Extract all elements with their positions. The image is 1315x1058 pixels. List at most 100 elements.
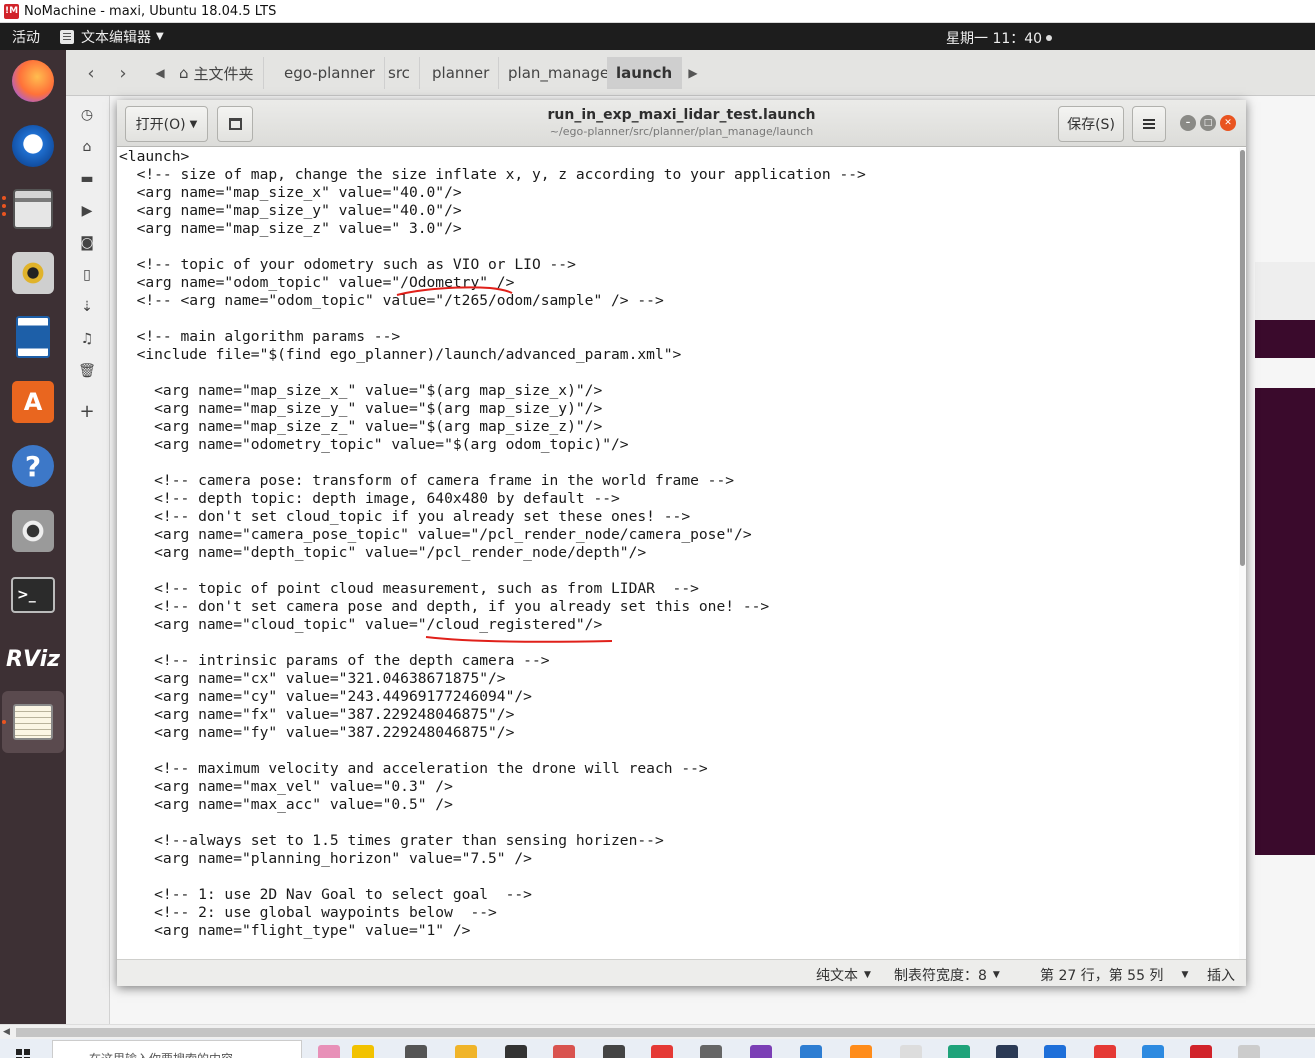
crumb-src[interactable]: src — [379, 57, 420, 89]
store-icon[interactable] — [505, 1045, 527, 1058]
dock-rviz[interactable]: RViz — [6, 636, 60, 682]
code-line[interactable]: <!-- intrinsic params of the depth camer… — [119, 652, 1239, 670]
code-line[interactable] — [119, 310, 1239, 328]
code-line[interactable]: <!-- topic of point cloud measurement, s… — [119, 580, 1239, 598]
video-icon[interactable]: ▶ — [78, 202, 96, 220]
code-line[interactable]: <arg name="flight_type" value="1" /> — [119, 922, 1239, 940]
dock-text-editor[interactable] — [10, 699, 56, 745]
code-line[interactable]: <arg name="map_size_z" value=" 3.0"/> — [119, 220, 1239, 238]
app-menu-button[interactable]: 文本编辑器 ▼ — [60, 27, 164, 47]
code-line[interactable]: <!-- depth topic: depth image, 640x480 b… — [119, 490, 1239, 508]
code-line[interactable]: <arg name="map_size_x" value="40.0"/> — [119, 184, 1239, 202]
photo-icon[interactable]: ◙ — [78, 234, 96, 252]
dock-rhythmbox[interactable] — [10, 250, 56, 296]
code-line[interactable] — [119, 742, 1239, 760]
code-line[interactable]: <!-- don't set cloud_topic if you alread… — [119, 508, 1239, 526]
code-line[interactable]: <arg name="fy" value="387.229248046875"/… — [119, 724, 1239, 742]
maximize-icon[interactable]: □ — [1200, 115, 1216, 131]
language-selector[interactable]: 纯文本 ▼ — [816, 965, 871, 985]
code-line[interactable]: <launch> — [119, 148, 1239, 166]
code-line[interactable]: <arg name="fx" value="387.229248046875"/… — [119, 706, 1239, 724]
code-line[interactable]: <!-- maximum velocity and acceleration t… — [119, 760, 1239, 778]
folder-icon[interactable]: ▬ — [78, 170, 96, 188]
code-line[interactable]: <arg name="cx" value="321.04638671875"/> — [119, 670, 1239, 688]
text-editor-area[interactable]: <launch> <!-- size of map, change the si… — [117, 148, 1239, 959]
code-line[interactable]: <arg name="camera_pose_topic" value="/pc… — [119, 526, 1239, 544]
camera-icon[interactable] — [700, 1045, 722, 1058]
activities-button[interactable]: 活动 — [12, 27, 40, 47]
dock-writer[interactable] — [10, 314, 56, 360]
document-icon[interactable]: ▯ — [78, 266, 96, 284]
code-line[interactable]: <!-- <arg name="odom_topic" value="/t265… — [119, 292, 1239, 310]
code-line[interactable] — [119, 562, 1239, 580]
save-button[interactable]: 保存(S) — [1058, 106, 1124, 142]
windows-start-icon[interactable] — [16, 1049, 30, 1058]
firefox-icon[interactable] — [850, 1045, 872, 1058]
code-line[interactable]: <arg name="map_size_y_" value="$(arg map… — [119, 400, 1239, 418]
code-line[interactable] — [119, 868, 1239, 886]
code-line[interactable]: <!-- 1: use 2D Nav Goal to select goal -… — [119, 886, 1239, 904]
dock-software[interactable]: A — [10, 379, 56, 425]
crumb-launch[interactable]: launch — [607, 57, 683, 89]
code-line[interactable]: <!-- main algorithm params --> — [119, 328, 1239, 346]
cursor-position[interactable]: 第 27 行，第 55 列 ▼ — [1040, 965, 1188, 985]
taskbar-app-icon[interactable] — [1044, 1045, 1066, 1058]
code-view[interactable]: <launch> <!-- size of map, change the si… — [117, 148, 1239, 940]
clock[interactable]: 星期一 11：40 — [946, 28, 1053, 48]
horizontal-scrollbar-thumb[interactable] — [16, 1028, 1315, 1037]
crumb-home[interactable]: ⌂ 主文件夹 — [170, 57, 264, 89]
file-explorer-icon[interactable] — [455, 1045, 477, 1058]
dock-camera[interactable] — [10, 508, 56, 554]
taskbar-app-icon[interactable] — [996, 1045, 1018, 1058]
code-line[interactable]: <arg name="map_size_y" value="40.0"/> — [119, 202, 1239, 220]
scrollbar-thumb[interactable] — [1240, 150, 1245, 566]
taskbar-app-icon[interactable] — [651, 1045, 673, 1058]
code-line[interactable] — [119, 364, 1239, 382]
code-line[interactable] — [119, 454, 1239, 472]
taskbar-app-icon[interactable] — [1094, 1045, 1116, 1058]
code-line[interactable]: <arg name="depth_topic" value="/pcl_rend… — [119, 544, 1239, 562]
crumb-plan-manage[interactable]: plan_manage — [499, 57, 620, 89]
dock-firefox[interactable] — [10, 58, 56, 104]
code-line[interactable]: <arg name="max_acc" value="0.5" /> — [119, 796, 1239, 814]
code-line[interactable]: <arg name="cy" value="243.44969177246094… — [119, 688, 1239, 706]
onenote-icon[interactable] — [750, 1045, 772, 1058]
nomachine-icon[interactable] — [1190, 1045, 1212, 1058]
crumb-ego-planner[interactable]: ego-planner — [275, 57, 385, 89]
recent-icon[interactable]: ◷ — [78, 106, 96, 124]
taskbar-search-input[interactable]: 在这里输入你要搜索的内容 — [52, 1040, 302, 1058]
back-icon[interactable]: ‹ — [76, 58, 106, 88]
code-line[interactable]: <arg name="map_size_x_" value="$(arg map… — [119, 382, 1239, 400]
insert-mode[interactable]: 插入 — [1207, 965, 1235, 985]
close-icon[interactable]: ✕ — [1220, 115, 1236, 131]
code-line[interactable]: <!-- size of map, change the size inflat… — [119, 166, 1239, 184]
code-line[interactable]: <arg name="planning_horizon" value="7.5"… — [119, 850, 1239, 868]
code-line[interactable]: <!-- camera pose: transform of camera fr… — [119, 472, 1239, 490]
code-line[interactable]: <!--always set to 1.5 times grater than … — [119, 832, 1239, 850]
home-icon[interactable]: ⌂ — [78, 138, 96, 156]
music-icon[interactable]: ♫ — [78, 330, 96, 348]
minimize-icon[interactable]: – — [1180, 115, 1196, 131]
tab-width-selector[interactable]: 制表符宽度：8 ▼ — [894, 965, 1000, 985]
hamburger-menu-button[interactable] — [1132, 106, 1166, 142]
code-line[interactable]: <!-- topic of your odometry such as VIO … — [119, 256, 1239, 274]
scroll-left-icon[interactable]: ◀ — [3, 1027, 10, 1037]
task-view-icon[interactable] — [405, 1045, 427, 1058]
code-line[interactable]: <include file="$(find ego_planner)/launc… — [119, 346, 1239, 364]
vscode-icon[interactable] — [1142, 1045, 1164, 1058]
dock-thunderbird[interactable] — [10, 123, 56, 169]
add-location-icon[interactable]: + — [78, 401, 96, 422]
download-icon[interactable]: ⇣ — [78, 298, 96, 316]
taskbar-app-icon[interactable] — [352, 1045, 374, 1058]
taskbar-app-icon[interactable] — [800, 1045, 822, 1058]
code-line[interactable]: <arg name="max_vel" value="0.3" /> — [119, 778, 1239, 796]
taskbar-app-icon[interactable] — [603, 1045, 625, 1058]
edge-icon[interactable] — [948, 1045, 970, 1058]
code-line[interactable]: <arg name="map_size_z_" value="$(arg map… — [119, 418, 1239, 436]
horizontal-scrollbar[interactable]: ◀ — [0, 1024, 1315, 1039]
crumb-planner[interactable]: planner — [423, 57, 500, 89]
crumb-right-icon[interactable]: ▶ — [678, 58, 708, 88]
dock-files[interactable] — [10, 186, 56, 232]
code-line[interactable]: <!-- 2: use global waypoints below --> — [119, 904, 1239, 922]
taskbar-app-icon[interactable] — [553, 1045, 575, 1058]
